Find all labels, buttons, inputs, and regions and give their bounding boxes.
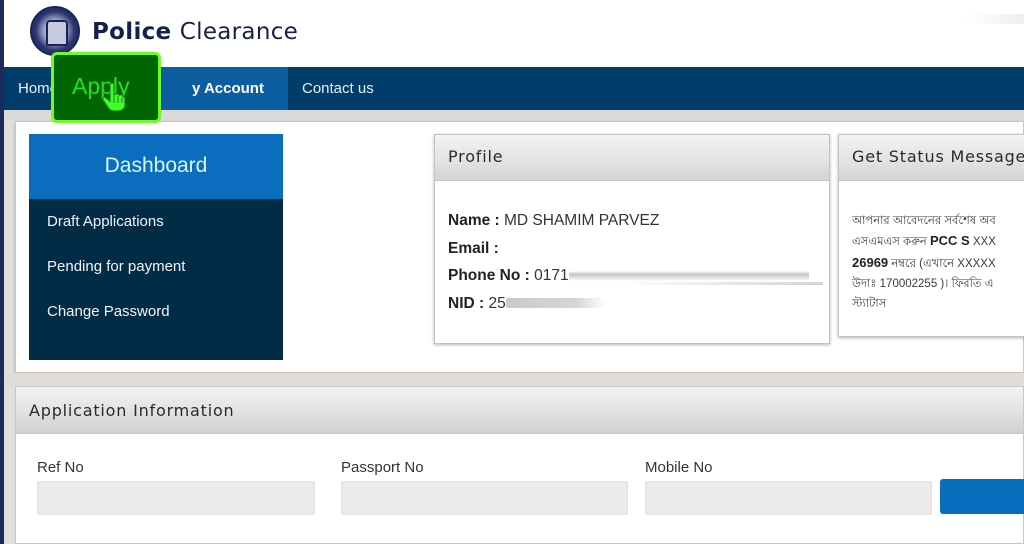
status-sms-number: 26969 (852, 254, 889, 270)
nav-item-contact-us[interactable]: Contact us (288, 67, 388, 110)
panel-gap (4, 373, 1024, 387)
status-line-1: আপনার আবেদনের সর্বশেষ অব (852, 215, 996, 227)
nav-item-home[interactable]: Home (4, 67, 56, 110)
status-line-5: স্ট্যাটাস (852, 298, 887, 311)
profile-name-label: Name : (448, 212, 500, 229)
mobile-no-input[interactable] (645, 481, 932, 515)
status-message-card: Get Status Message আপনার আবেদনের সর্বশেষ… (838, 134, 1024, 337)
header-right-blur (964, 14, 1024, 24)
site-title[interactable]: Police Clearance (92, 19, 298, 45)
site-title-light: Clearance (179, 19, 299, 45)
window-left-edge (0, 0, 4, 544)
status-line-2-post: XXX (969, 236, 996, 249)
dashboard-title[interactable]: Dashboard (29, 134, 283, 199)
site-title-bold: Police (92, 19, 172, 45)
status-message-title: Get Status Message (839, 135, 1024, 181)
profile-email-row: Email : (448, 237, 829, 265)
profile-name-row: Name : MD SHAMIM PARVEZ (448, 209, 829, 237)
dashboard-item-pending-for-payment[interactable]: Pending for payment (29, 244, 283, 289)
dashboard-item-draft-applications[interactable]: Draft Applications (29, 199, 283, 244)
application-info-title: Application Information (16, 387, 1023, 434)
dashboard-menu: Dashboard Draft Applications Pending for… (29, 134, 283, 360)
hand-pointer-icon (102, 82, 126, 112)
status-line-4: উদাঃ 170002255 )। ফিরতি এ (852, 277, 994, 290)
ref-no-input[interactable] (37, 481, 315, 515)
profile-nid-row: NID : 25 (448, 292, 829, 320)
profile-name-value: MD SHAMIM PARVEZ (504, 212, 660, 229)
profile-email-label: Email : (448, 239, 499, 257)
mobile-no-label: Mobile No (645, 459, 713, 476)
status-line-3: 26969 নম্বরে (এখানে XXXXX (852, 253, 1024, 274)
profile-phone-value: 0171 (534, 267, 569, 284)
nav-item-my-account-label: y Account (192, 80, 264, 97)
dashboard-item-change-password[interactable]: Change Password (29, 289, 283, 334)
phone-redaction-underline (618, 282, 823, 285)
status-sms-keyword: PCC S (929, 233, 970, 249)
police-emblem-icon[interactable] (30, 6, 80, 56)
search-button[interactable] (940, 479, 1024, 514)
status-line-2-pre: এসএমএস করুন (852, 236, 930, 249)
profile-card: Profile Name : MD SHAMIM PARVEZ Email : … (434, 134, 830, 344)
apply-button-highlight[interactable]: Apply (51, 52, 161, 123)
application-info-panel: Application Information Ref No Passport … (15, 386, 1024, 544)
nid-redaction-blur (505, 298, 606, 309)
profile-nid-value: 25 (488, 294, 506, 312)
passport-no-label: Passport No (341, 459, 424, 476)
phone-redaction-blur (568, 270, 809, 281)
ref-no-label: Ref No (37, 459, 84, 476)
status-line-2: এসএমএস করুন PCC S XXX (852, 231, 1024, 252)
profile-card-title: Profile (435, 135, 829, 181)
profile-nid-label: NID : (448, 294, 485, 312)
profile-phone-row: Phone No : 0171 (448, 264, 829, 292)
profile-phone-label: Phone No : (448, 267, 530, 284)
status-line-3-post: নম্বরে (এখানে XXXXX (888, 257, 996, 270)
status-message-body: আপনার আবেদনের সর্বশেষ অব এসএমএস করুন PCC… (839, 181, 1024, 314)
passport-no-input[interactable] (341, 481, 628, 515)
